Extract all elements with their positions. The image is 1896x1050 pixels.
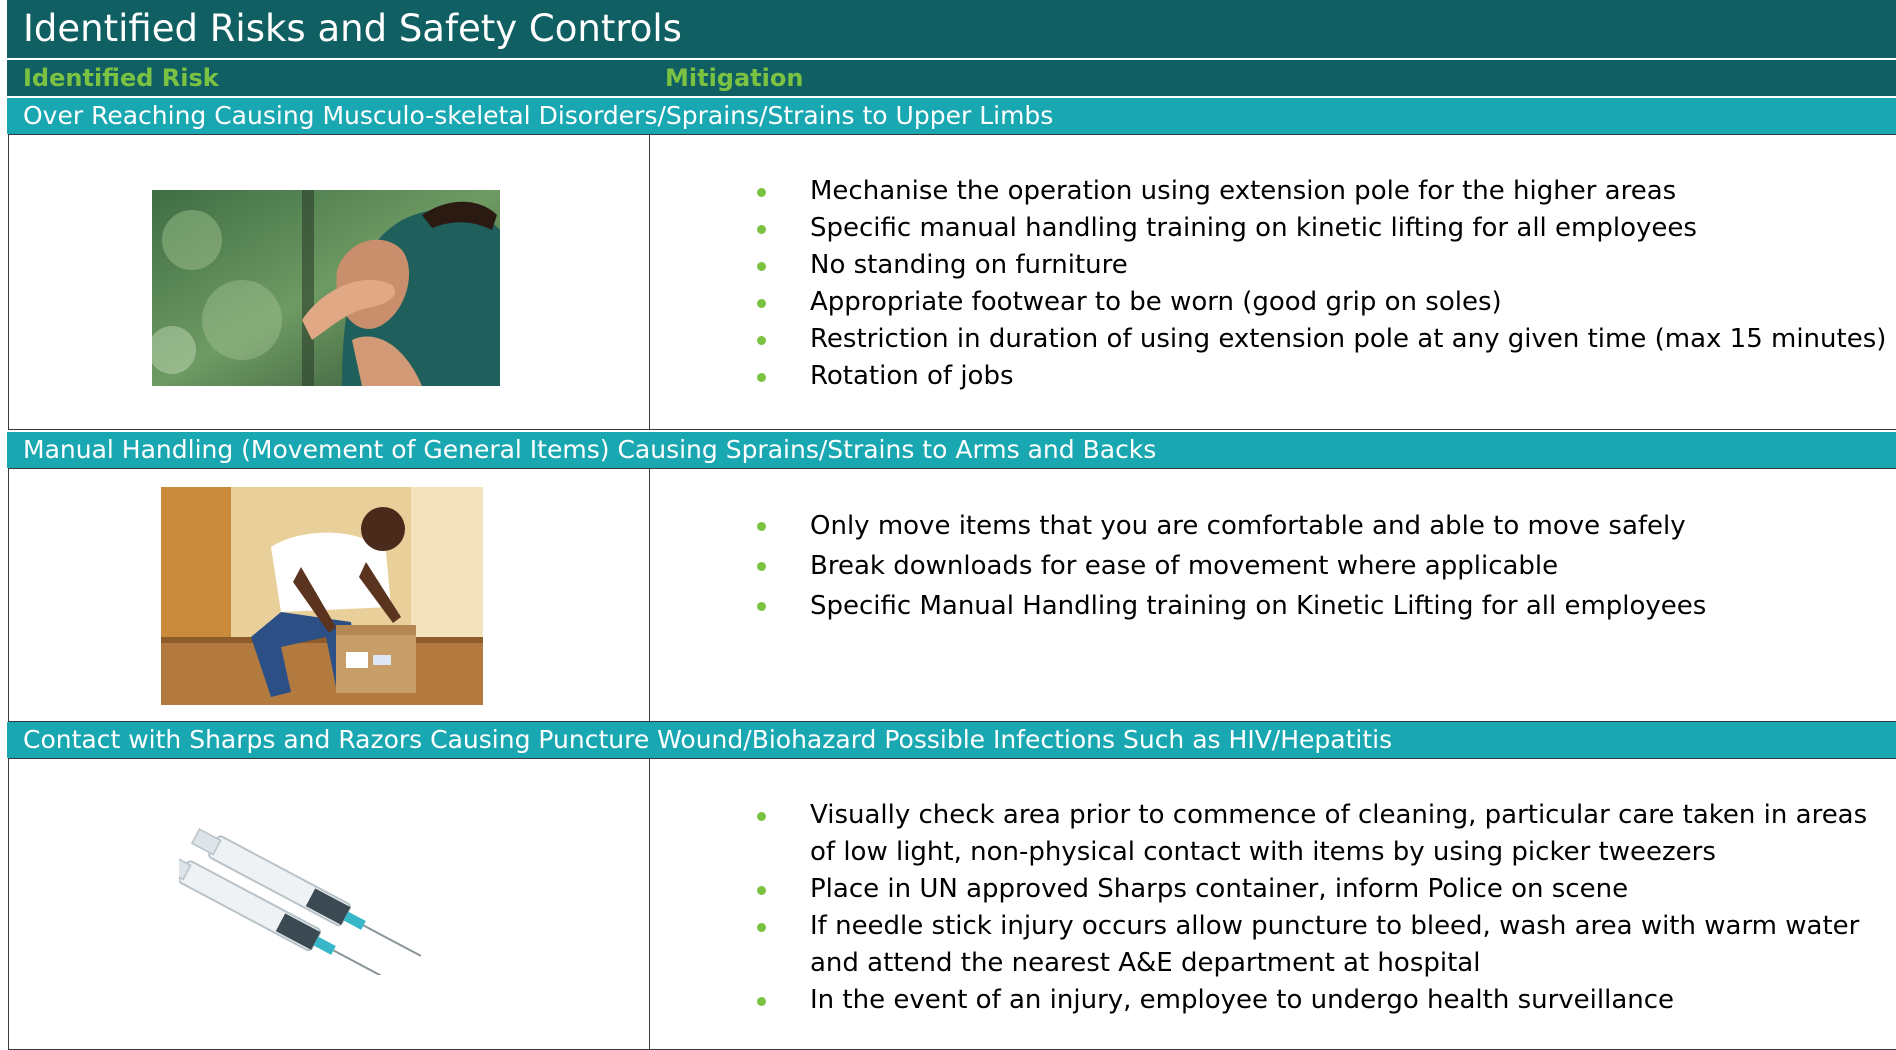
shoulder-pain-photo (152, 190, 500, 386)
list-item: Place in UN approved Sharps container, i… (748, 871, 1878, 908)
column-header-row: Identified Risk Mitigation (7, 60, 1896, 96)
bullet-icon (757, 336, 766, 345)
list-item: No standing on furniture (748, 247, 1886, 284)
page-title: Identified Risks and Safety Controls (7, 0, 1896, 58)
bullet-icon (757, 188, 766, 197)
list-item: Restriction in duration of using extensi… (748, 321, 1886, 358)
bullet-icon (757, 225, 766, 234)
bullet-icon (757, 602, 766, 611)
mitigation-cell-1: Mechanise the operation using extension … (649, 134, 1896, 430)
risk-image-cell-1 (8, 134, 651, 430)
list-item: Rotation of jobs (748, 358, 1886, 395)
mitigation-list-1: Mechanise the operation using extension … (748, 173, 1886, 395)
risk-title-2: Manual Handling (Movement of General Ite… (7, 432, 1896, 468)
bullet-icon (757, 522, 766, 531)
list-item: Only move items that you are comfortable… (748, 506, 1706, 546)
bullet-icon (757, 373, 766, 382)
bullet-icon (757, 562, 766, 571)
column-header-risk: Identified Risk (23, 64, 219, 92)
mitigation-cell-2: Only move items that you are comfortable… (649, 468, 1896, 722)
bullet-icon (757, 997, 766, 1006)
syringes-photo (179, 815, 459, 975)
mitigation-cell-3: Visually check area prior to commence of… (649, 758, 1896, 1050)
bullet-icon (757, 886, 766, 895)
column-header-mitigation: Mitigation (665, 64, 804, 92)
list-item: Mechanise the operation using extension … (748, 173, 1886, 210)
bullet-icon (757, 262, 766, 271)
risk-table: Identified Risks and Safety Controls Ide… (0, 0, 1896, 1050)
list-item: Appropriate footwear to be worn (good gr… (748, 284, 1886, 321)
list-item: Specific manual handling training on kin… (748, 210, 1886, 247)
bullet-icon (757, 812, 766, 821)
list-item: Visually check area prior to commence of… (748, 797, 1878, 871)
risk-title-1: Over Reaching Causing Musculo-skeletal D… (7, 98, 1896, 134)
mitigation-list-2: Only move items that you are comfortable… (748, 506, 1706, 626)
list-item: Specific Manual Handling training on Kin… (748, 586, 1706, 626)
list-item: Break downloads for ease of movement whe… (748, 546, 1706, 586)
list-item: In the event of an injury, employee to u… (748, 982, 1878, 1019)
risk-image-cell-3 (8, 758, 651, 1050)
mitigation-list-3: Visually check area prior to commence of… (748, 797, 1878, 1019)
bullet-icon (757, 923, 766, 932)
lifting-box-photo (161, 487, 483, 705)
risk-image-cell-2 (8, 468, 651, 722)
risk-title-3: Contact with Sharps and Razors Causing P… (7, 722, 1896, 758)
list-item: If needle stick injury occurs allow punc… (748, 908, 1878, 982)
bullet-icon (757, 299, 766, 308)
